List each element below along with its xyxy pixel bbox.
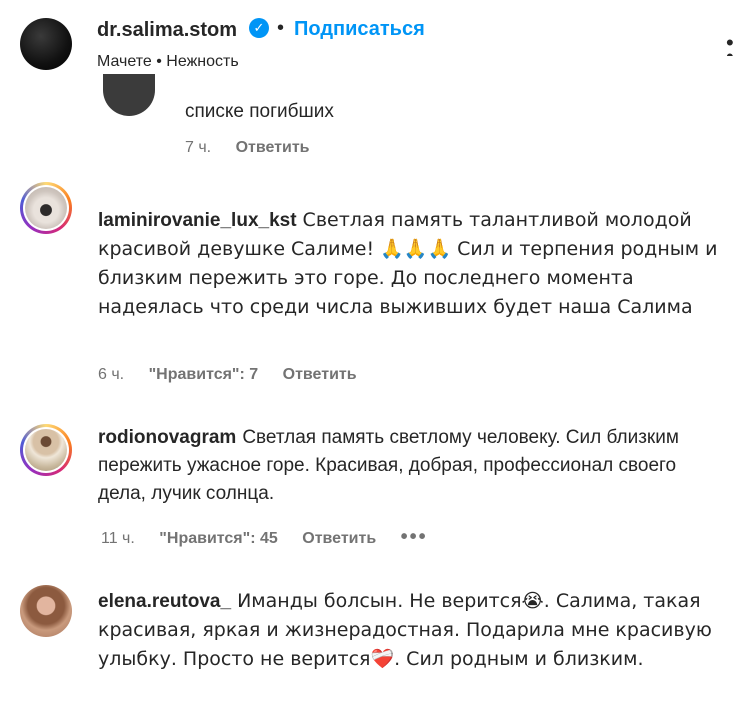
author-username[interactable]: dr.salima.stom — [97, 19, 237, 42]
more-options-icon[interactable]: •• — [726, 36, 740, 56]
verified-badge-icon: ✓ — [249, 18, 269, 38]
comment-avatar[interactable] — [20, 585, 72, 637]
reply-button[interactable]: Ответить — [302, 530, 376, 547]
comment-username[interactable]: rodionovagram — [98, 427, 236, 448]
reply-button[interactable]: Ответить — [283, 366, 357, 383]
previous-comment-text: списке погибших — [185, 101, 334, 122]
follow-button[interactable]: Подписаться — [294, 18, 425, 41]
comment-body: laminirovanie_lux_kst Светлая память тала… — [98, 206, 718, 322]
previous-comment-meta: 7 ч. Ответить — [185, 139, 330, 157]
comment-item: laminirovanie_lux_kst Светлая память тала… — [20, 182, 720, 332]
previous-comment-avatar[interactable] — [103, 74, 155, 116]
comment-time: 11 ч. — [101, 530, 135, 547]
reply-button[interactable]: Ответить — [236, 139, 310, 156]
author-avatar[interactable] — [20, 18, 72, 70]
comment-avatar[interactable] — [20, 182, 72, 234]
comment-time: 7 ч. — [185, 139, 212, 156]
comment-item: elena.reutova_ Иманды болсын. Не верится😭… — [20, 585, 720, 704]
comment-meta: 11 ч. "Нравится": 45 Ответить ••• — [101, 526, 448, 549]
likes-count[interactable]: "Нравится": 45 — [159, 530, 278, 547]
comment-item: rodionovagram Светлая память светлому чел… — [20, 404, 720, 514]
audio-subtitle[interactable]: Мачете • Нежность — [97, 53, 239, 71]
likes-count[interactable]: "Нравится": 7 — [149, 366, 259, 383]
comment-body: elena.reutova_ Иманды болсын. Не верится😭… — [98, 587, 718, 674]
comment-body: rodionovagram Светлая память светлому чел… — [98, 424, 718, 508]
header-separator: • — [277, 17, 285, 39]
comment-username[interactable]: elena.reutova_ — [98, 591, 231, 612]
more-options-icon[interactable]: ••• — [401, 526, 428, 548]
comment-meta: 6 ч. "Нравится": 7 Ответить — [98, 366, 377, 384]
comment-avatar[interactable] — [20, 424, 72, 476]
comment-username[interactable]: laminirovanie_lux_kst — [98, 210, 297, 231]
comment-time: 6 ч. — [98, 366, 125, 383]
